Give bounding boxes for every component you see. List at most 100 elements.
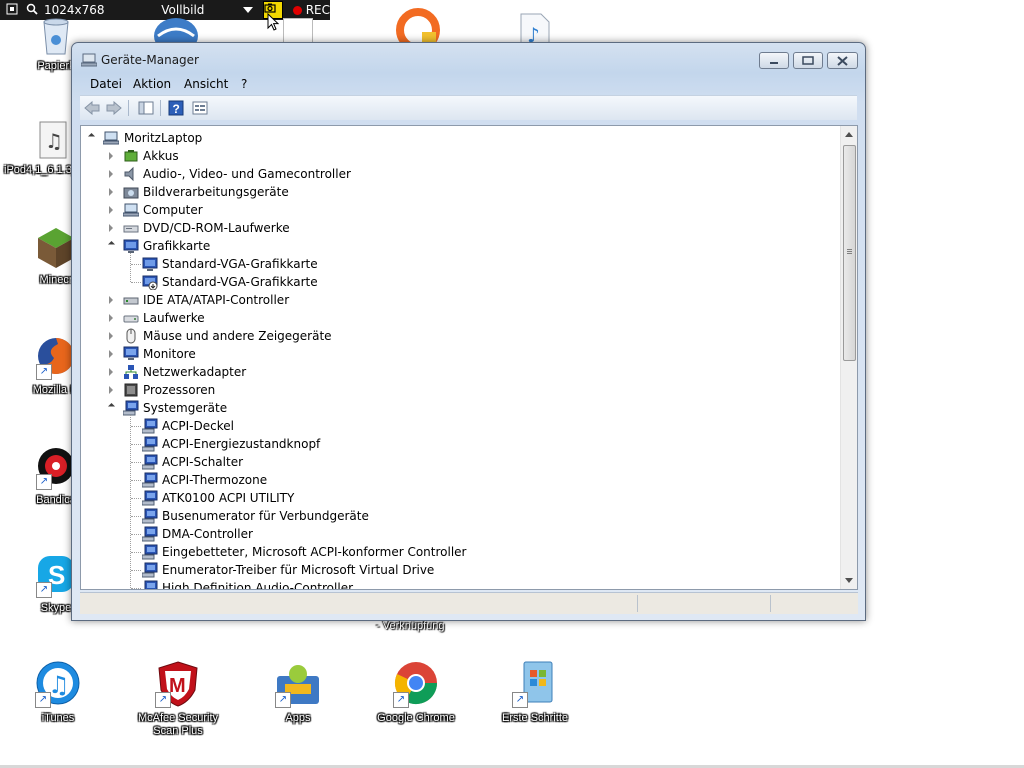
minimize-button[interactable] bbox=[759, 52, 789, 69]
device-category[interactable]: Netzwerkadapter bbox=[81, 363, 839, 381]
device-manager-window[interactable]: Geräte-Manager Datei Aktion Ansicht ? ? bbox=[71, 42, 866, 621]
scroll-down-button[interactable] bbox=[841, 572, 857, 588]
record-dot-icon[interactable] bbox=[292, 5, 302, 15]
device-item[interactable]: Eingebetteter, Microsoft ACPI-konformer … bbox=[81, 543, 839, 561]
device-category[interactable]: Mäuse und andere Zeigegeräte bbox=[81, 327, 839, 345]
expand-arrow-icon[interactable] bbox=[109, 151, 117, 161]
collapse-arrow-icon[interactable] bbox=[107, 402, 117, 413]
device-label: Mäuse und andere Zeigegeräte bbox=[143, 329, 332, 343]
menu-aktion[interactable]: Aktion bbox=[133, 77, 171, 91]
collapse-arrow-icon[interactable] bbox=[87, 132, 97, 143]
menu-help[interactable]: ? bbox=[241, 77, 247, 91]
tree-connector-line bbox=[131, 426, 141, 427]
expand-arrow-icon[interactable] bbox=[109, 367, 117, 377]
device-category[interactable]: DVD/CD-ROM-Laufwerke bbox=[81, 219, 839, 237]
window-title: Geräte-Manager bbox=[101, 53, 199, 67]
properties-button[interactable] bbox=[192, 100, 208, 116]
device-item[interactable]: Enumerator-Treiber für Microsoft Virtual… bbox=[81, 561, 839, 579]
music-file-icon: ♪ bbox=[517, 12, 551, 44]
expand-arrow-icon[interactable] bbox=[109, 313, 117, 323]
device-item[interactable]: Busenumerator für Verbundgeräte bbox=[81, 507, 839, 525]
forward-button[interactable] bbox=[106, 100, 122, 116]
device-item[interactable]: ACPI-Energiezustandknopf bbox=[81, 435, 839, 453]
menu-ansicht[interactable]: Ansicht bbox=[184, 77, 228, 91]
device-tree-panel: MoritzLaptop Akkus Audio-, Video- und Game… bbox=[80, 125, 858, 590]
svg-text:♫: ♫ bbox=[45, 129, 63, 153]
expand-arrow-icon[interactable] bbox=[109, 349, 117, 359]
vertical-scrollbar[interactable] bbox=[840, 126, 857, 589]
device-item[interactable]: DMA-Controller bbox=[81, 525, 839, 543]
console-tree-button[interactable] bbox=[138, 100, 154, 116]
record-button[interactable]: REC bbox=[306, 3, 330, 17]
shortcut-arrow-icon: ↗ bbox=[512, 692, 528, 708]
network-adapter-icon bbox=[123, 364, 139, 380]
device-category[interactable]: Bildverarbeitungsgeräte bbox=[81, 183, 839, 201]
scroll-thumb[interactable] bbox=[843, 145, 856, 361]
device-category[interactable]: Grafikkarte bbox=[81, 237, 839, 255]
device-category[interactable]: Prozessoren bbox=[81, 381, 839, 399]
device-category[interactable]: Laufwerke bbox=[81, 309, 839, 327]
expand-arrow-icon[interactable] bbox=[109, 205, 117, 215]
device-category[interactable]: Monitore bbox=[81, 345, 839, 363]
expand-arrow-icon[interactable] bbox=[109, 385, 117, 395]
device-label: DMA-Controller bbox=[162, 527, 253, 541]
status-bar bbox=[80, 592, 858, 614]
expand-arrow-icon[interactable] bbox=[109, 295, 117, 305]
system-device-icon bbox=[141, 436, 158, 452]
toolbar-separator bbox=[160, 100, 161, 116]
device-category[interactable]: Audio-, Video- und Gamecontroller bbox=[81, 165, 839, 183]
device-label: ACPI-Energiezustandknopf bbox=[162, 437, 321, 451]
mouse-cursor-icon bbox=[267, 12, 280, 35]
scroll-up-button[interactable] bbox=[841, 126, 857, 142]
expand-arrow-icon[interactable] bbox=[109, 187, 117, 197]
expand-arrow-icon[interactable] bbox=[109, 223, 117, 233]
maximize-button[interactable] bbox=[793, 52, 823, 69]
desktop-icon-label: Apps bbox=[285, 712, 311, 724]
display-adapter-disabled-icon bbox=[142, 274, 158, 291]
device-item[interactable]: ACPI-Deckel bbox=[81, 417, 839, 435]
device-item[interactable]: ACPI-Thermozone bbox=[81, 471, 839, 489]
desktop-icon-label: Erste Schritte bbox=[501, 712, 569, 724]
desktop-icon-apps[interactable]: ↗ Apps bbox=[250, 660, 346, 725]
device-item[interactable]: Standard-VGA-Grafikkarte bbox=[81, 273, 839, 291]
minimize-icon bbox=[770, 61, 778, 64]
console-tree-icon bbox=[138, 101, 154, 115]
device-category[interactable]: Systemgeräte bbox=[81, 399, 839, 417]
scroll-down-icon bbox=[845, 577, 853, 583]
menu-datei[interactable]: Datei bbox=[90, 77, 122, 91]
tree-connector-line bbox=[131, 498, 141, 499]
device-category[interactable]: IDE ATA/ATAPI-Controller bbox=[81, 291, 839, 309]
status-cell bbox=[637, 595, 638, 612]
display-adapter-icon bbox=[142, 256, 158, 272]
device-item[interactable]: Standard-VGA-Grafikkarte bbox=[81, 255, 839, 273]
close-button[interactable] bbox=[827, 52, 858, 69]
device-item[interactable]: ATK0100 ACPI UTILITY bbox=[81, 489, 839, 507]
device-item[interactable]: ACPI-Schalter bbox=[81, 453, 839, 471]
back-button[interactable] bbox=[84, 100, 100, 116]
title-bar[interactable]: Geräte-Manager bbox=[72, 43, 865, 73]
chevron-down-icon[interactable] bbox=[243, 7, 254, 13]
shortcut-arrow-icon: ↗ bbox=[275, 692, 291, 708]
apps-folder-icon: ↗ bbox=[275, 660, 321, 708]
expand-arrow-icon[interactable] bbox=[109, 169, 117, 179]
close-icon bbox=[837, 55, 848, 66]
expand-arrow-icon[interactable] bbox=[109, 331, 117, 341]
device-category[interactable]: Akkus bbox=[81, 147, 839, 165]
device-category[interactable]: Computer bbox=[81, 201, 839, 219]
desktop-icon-mcafee[interactable]: M ↗ McAfee Security Scan Plus bbox=[130, 660, 226, 738]
device-category[interactable]: MoritzLaptop bbox=[81, 129, 839, 147]
recording-resolution: 1024x768 bbox=[44, 3, 105, 17]
thunderbird-icon bbox=[152, 14, 200, 44]
skype-icon: S ↗ bbox=[36, 554, 76, 598]
device-item[interactable]: High Definition Audio-Controller bbox=[81, 579, 839, 589]
help-button[interactable]: ? bbox=[168, 100, 184, 116]
collapse-arrow-icon[interactable] bbox=[107, 240, 117, 251]
desktop-icon-google-chrome[interactable]: ↗ Google Chrome bbox=[368, 660, 464, 725]
desktop-icon-itunes[interactable]: ♫ ↗ iTunes bbox=[10, 660, 106, 725]
help-icon: ? bbox=[168, 100, 184, 116]
device-label: Netzwerkadapter bbox=[143, 365, 247, 379]
maximize-icon bbox=[802, 56, 814, 65]
computer-icon bbox=[122, 202, 140, 218]
desktop-icon-erste-schritte[interactable]: ↗ Erste Schritte bbox=[487, 660, 583, 725]
tree-connector-line bbox=[131, 444, 141, 445]
